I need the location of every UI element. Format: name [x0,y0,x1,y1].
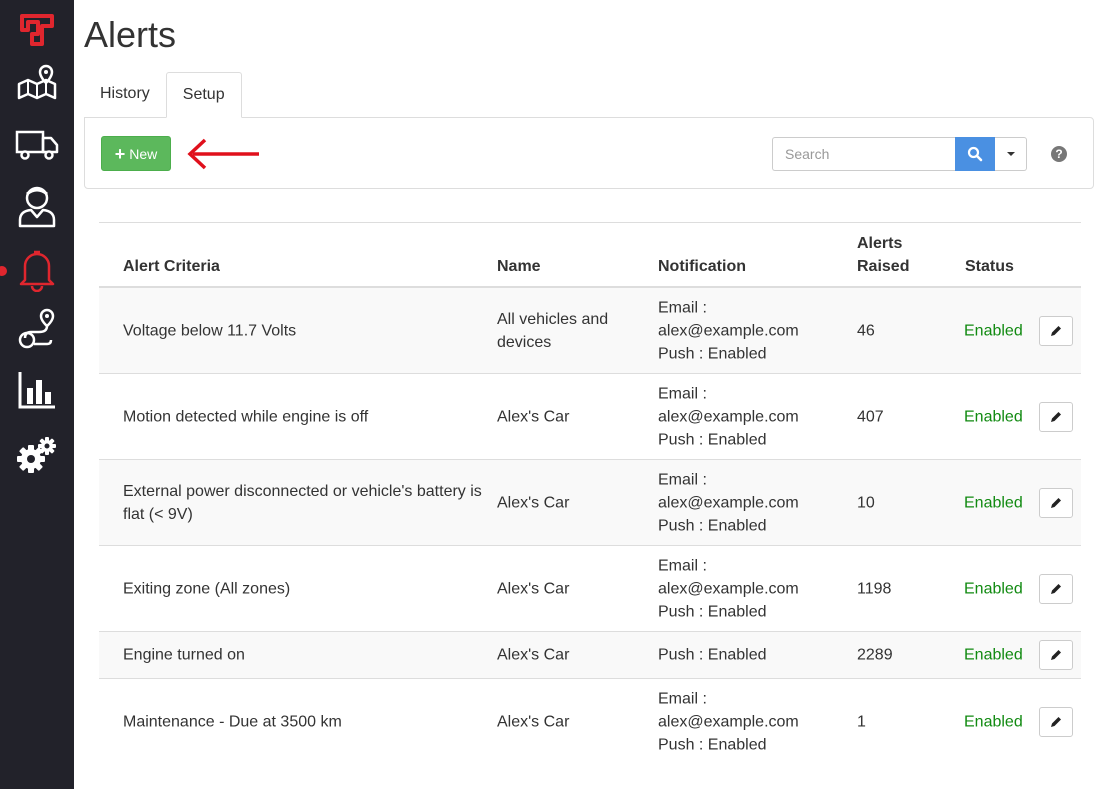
col-status: Status [965,258,1014,275]
alert-criteria: Motion detected while engine is off [123,408,369,425]
toolbar: + New ? [84,117,1094,189]
alert-name: Alex's Car [497,494,570,511]
logo-icon[interactable] [0,12,74,48]
notif-line: Push : Enabled [658,736,767,753]
edit-button[interactable] [1039,315,1073,346]
col-name: Name [497,258,541,275]
table-header: Alert Criteria Name Notification Alerts … [99,223,1081,288]
help-icon[interactable]: ? [1051,146,1067,162]
notif-line: Push : Enabled [658,517,767,534]
status-label: Enabled [964,580,1023,597]
tab-setup[interactable]: Setup [165,72,242,118]
alert-criteria: Maintenance - Due at 3500 km [123,713,342,730]
status-label: Enabled [964,494,1023,511]
notif-line: alex@example.com [658,580,799,597]
tab-bar: History Setup [84,72,242,118]
alerts-raised: 10 [857,494,875,511]
search-group [772,137,1027,171]
alerts-raised: 2289 [857,646,893,664]
alert-notification: Email : alex@example.com Push : Enabled [658,296,838,365]
driver-icon[interactable] [0,184,74,228]
notif-line: Email : [658,299,707,316]
alert-name: All vehicles and devices [497,310,609,351]
alerts-table: Alert Criteria Name Notification Alerts … [99,222,1081,764]
alert-criteria: Engine turned on [123,646,245,664]
new-alert-button[interactable]: + New [101,136,171,171]
search-input[interactable] [772,137,955,171]
table-row: Exiting zone (All zones) Alex's Car Emai… [99,546,1081,632]
arrow-left-icon [187,138,259,170]
alert-criteria: Voltage below 11.7 Volts [123,322,297,339]
alert-notification: Email : alex@example.com Push : Enabled [658,382,838,451]
sidebar [0,0,74,789]
notif-line: alex@example.com [658,494,799,511]
notif-line: Email : [658,690,707,707]
plus-icon: + [114,143,126,164]
notif-line: Push : Enabled [658,603,767,620]
notif-line: alex@example.com [658,713,799,730]
pencil-icon [1051,325,1061,336]
alert-notification: Email : alex@example.com Push : Enabled [658,687,838,756]
col-notification: Notification [658,258,746,275]
edit-button[interactable] [1039,573,1073,604]
pencil-icon [1051,497,1061,508]
alerts-raised: 46 [857,322,875,339]
alerts-raised: 407 [857,408,884,425]
new-button-label: New [129,145,158,162]
search-icon [967,146,983,162]
notif-line: Push : Enabled [658,431,767,448]
bell-icon[interactable] [0,248,74,292]
table-row: External power disconnected or vehicle's… [99,460,1081,546]
col-alert-criteria: Alert Criteria [123,258,220,275]
map-icon[interactable] [0,64,74,100]
col-alerts-raised-line2: Raised [857,258,910,275]
table-row: Motion detected while engine is off Alex… [99,374,1081,460]
edit-button[interactable] [1039,487,1073,518]
alert-name: Alex's Car [497,713,570,730]
status-label: Enabled [964,408,1023,425]
page-title: Alerts [84,14,177,55]
status-label: Enabled [964,646,1023,664]
notif-line: Email : [658,557,707,574]
alerts-raised: 1 [857,713,866,730]
col-alerts-raised-line1: Alerts [857,235,903,252]
table-row: Voltage below 11.7 Volts All vehicles an… [99,288,1081,374]
notif-line: Email : [658,471,707,488]
notif-line: Email : [658,385,707,402]
alert-criteria: External power disconnected or vehicle's… [123,482,482,523]
pencil-icon [1051,583,1061,594]
search-button[interactable] [955,137,995,171]
col-alerts-raised: Alerts Raised [857,232,909,278]
alert-name: Alex's Car [497,408,570,425]
alert-criteria: Exiting zone (All zones) [123,580,291,597]
notif-line: Push : Enabled [658,646,767,664]
alerts-raised: 1198 [857,580,892,597]
truck-icon[interactable] [0,128,74,160]
table-row: Maintenance - Due at 3500 km Alex's Car … [99,679,1081,764]
table-row: Engine turned on Alex's Car Push : Enabl… [99,632,1081,679]
route-icon[interactable] [0,308,74,350]
pencil-icon [1051,411,1061,422]
edit-button[interactable] [1039,401,1073,432]
alert-name: Alex's Car [497,646,570,664]
status-label: Enabled [964,713,1023,730]
notif-line: alex@example.com [658,408,799,425]
notif-line: Push : Enabled [658,345,767,362]
notif-line: alex@example.com [658,322,799,339]
alert-name: Alex's Car [497,580,570,597]
main-content: Alerts History Setup + New Search ? Aler… [74,0,1105,789]
edit-button[interactable] [1039,706,1073,737]
settings-icon[interactable] [0,436,74,474]
pencil-icon [1051,716,1061,727]
reports-icon[interactable] [0,370,74,410]
edit-button[interactable] [1039,640,1073,670]
alert-notification: Email : alex@example.com Push : Enabled [658,468,838,537]
caret-down-icon [1006,152,1015,156]
pencil-icon [1051,650,1061,660]
alert-notification: Push : Enabled [658,644,838,667]
status-label: Enabled [964,322,1023,339]
alert-notification: Email : alex@example.com Push : Enabled [658,554,838,623]
tab-history[interactable]: History [84,72,166,116]
search-options-dropdown[interactable] [995,137,1027,171]
